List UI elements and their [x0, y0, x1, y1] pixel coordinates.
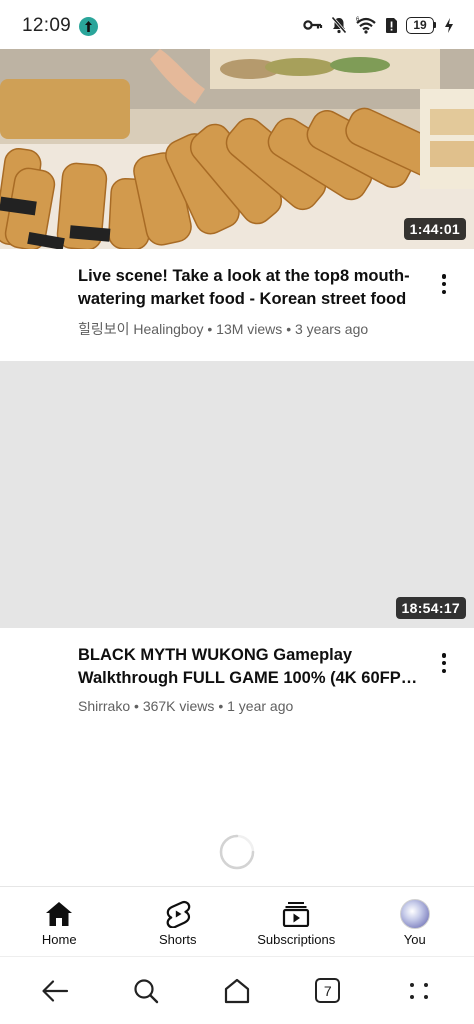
channel-name[interactable]: Shirrako	[78, 698, 130, 714]
video-duration: 1:44:01	[403, 218, 466, 240]
video-thumbnail[interactable]: 1:44:01	[0, 49, 474, 249]
video-title[interactable]: BLACK MYTH WUKONG Gameplay Walkthrough F…	[78, 644, 424, 690]
video-metadata: Shirrako • 367K views • 1 year ago	[78, 698, 424, 714]
nav-label: Home	[41, 932, 77, 947]
charging-icon	[445, 17, 453, 33]
back-arrow-icon	[42, 979, 69, 1002]
view-count: 367K views	[142, 698, 215, 714]
bell-muted-icon	[331, 16, 347, 34]
video-duration: 18:54:17	[395, 597, 466, 619]
nav-label: Subscriptions	[257, 932, 336, 947]
app-notification-icon	[79, 16, 99, 36]
nav-label: You	[403, 932, 426, 947]
separator: •	[134, 698, 139, 714]
nav-home[interactable]: Home	[0, 887, 119, 956]
separator: •	[286, 321, 292, 337]
menu-button[interactable]	[389, 966, 449, 1016]
upload-age: 3 years ago	[294, 321, 369, 337]
video-title[interactable]: Live scene! Take a look at the top8 mout…	[78, 265, 424, 311]
key-icon	[303, 20, 323, 30]
view-count: 13M views	[216, 321, 283, 337]
status-icons: 6 19	[303, 16, 454, 34]
video-metadata: 힐링보이 Healingboy • 13M views • 3 years ag…	[78, 319, 424, 339]
home-icon	[224, 978, 250, 1003]
nav-shorts[interactable]: Shorts	[119, 887, 238, 956]
more-options-button[interactable]	[436, 271, 452, 297]
nav-label: Shorts	[158, 932, 197, 947]
status-bar: 12:09 6 19	[0, 0, 474, 52]
channel-name[interactable]: 힐링보이 Healingboy	[78, 321, 203, 337]
separator: •	[218, 698, 224, 714]
search-icon	[134, 978, 159, 1003]
battery-icon: 19	[406, 16, 436, 34]
video-title-line: BLACK MYTH WUKONG Gameplay	[78, 646, 353, 664]
search-button[interactable]	[116, 966, 176, 1016]
video-title-line: Walkthrough FULL GAME 100% (4K 60FPS...	[78, 669, 424, 687]
subscriptions-icon	[283, 902, 310, 927]
tabs-button[interactable]: 7	[298, 966, 358, 1016]
separator: •	[207, 321, 213, 337]
avatar	[399, 899, 430, 929]
nav-you[interactable]: You	[356, 887, 474, 956]
street-food-thumbnail-image	[0, 49, 474, 249]
video-card[interactable]: 1:44:01 Live scene! Take a look at the t…	[0, 49, 474, 339]
home-button[interactable]	[207, 966, 267, 1016]
wifi-icon: 6	[356, 17, 376, 34]
bottom-navigation: Home Shorts Subscriptions You	[0, 886, 474, 956]
nav-subscriptions[interactable]: Subscriptions	[237, 887, 356, 956]
status-time: 12:09	[22, 15, 72, 36]
video-card[interactable]: 18:54:17 BLACK MYTH WUKONG Gameplay Walk…	[0, 361, 474, 714]
loading-spinner-icon	[219, 834, 255, 870]
sim-alert-icon	[386, 17, 397, 33]
menu-dots-icon	[409, 982, 428, 999]
upload-age: 1 year ago	[227, 698, 294, 714]
video-thumbnail[interactable]: 18:54:17	[0, 361, 474, 628]
shorts-icon	[166, 900, 190, 928]
more-options-button[interactable]	[436, 650, 452, 676]
battery-level: 19	[406, 16, 434, 34]
back-button[interactable]	[25, 966, 85, 1016]
system-navigation-bar: 7	[0, 956, 474, 1024]
home-filled-icon	[46, 902, 73, 926]
tabs-icon: 7	[315, 978, 341, 1003]
